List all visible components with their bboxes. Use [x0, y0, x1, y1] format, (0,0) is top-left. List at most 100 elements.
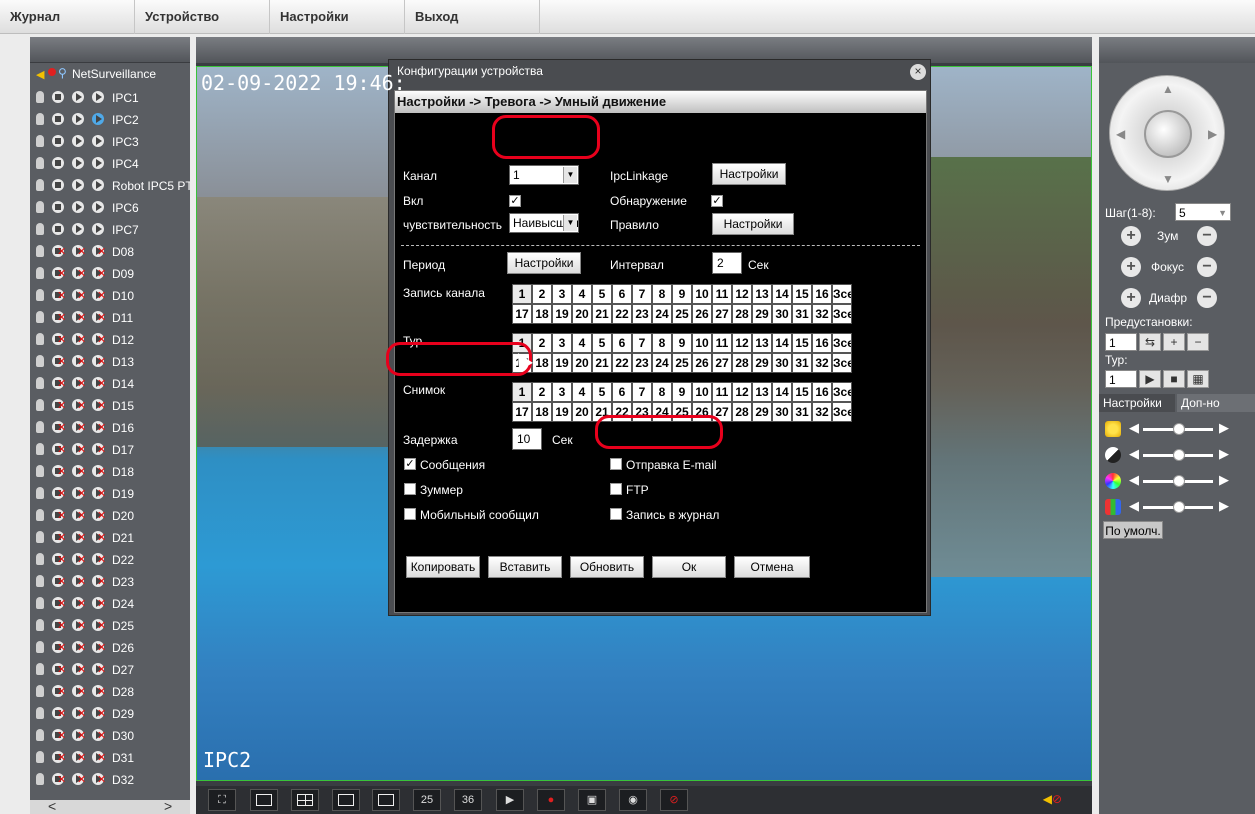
snapshot-channel-cell[interactable]: 28	[732, 402, 752, 422]
stop-icon[interactable]	[52, 531, 66, 544]
scroll-left-icon[interactable]: <	[48, 798, 56, 814]
record-icon[interactable]	[92, 773, 106, 786]
snapshot-channel-cell[interactable]: 11	[712, 382, 732, 402]
hue-right-icon[interactable]: ▶	[1219, 498, 1229, 514]
play-icon[interactable]	[72, 773, 86, 786]
play-icon[interactable]	[72, 91, 84, 103]
stop-icon[interactable]	[52, 179, 64, 191]
play-icon[interactable]	[72, 509, 86, 522]
channel-item[interactable]: D24	[30, 593, 190, 615]
record-icon[interactable]	[92, 311, 106, 324]
stop-icon[interactable]	[52, 465, 66, 478]
tab-more[interactable]: Доп-но	[1177, 394, 1255, 412]
channel-item[interactable]: IPC2	[30, 109, 190, 131]
record-channel-cell[interactable]: 3	[552, 284, 572, 304]
stop-icon[interactable]	[52, 333, 66, 346]
play-icon[interactable]	[72, 663, 86, 676]
layout-25-button[interactable]: 25	[413, 789, 441, 811]
record-channel-cell[interactable]: Зсе	[832, 284, 852, 304]
snapshot-channel-cell[interactable]: 30	[772, 402, 792, 422]
record-icon[interactable]	[92, 399, 106, 412]
play-icon[interactable]	[72, 135, 84, 147]
channel-select[interactable]: 1 ▼	[509, 165, 579, 185]
channel-item[interactable]: D16	[30, 417, 190, 439]
tour-channel-cell[interactable]: 16	[812, 333, 832, 353]
play-icon[interactable]	[72, 113, 84, 125]
tour-channel-cell[interactable]: Зсе	[832, 333, 852, 353]
record-icon[interactable]	[92, 663, 106, 676]
record-channel-cell[interactable]: 11	[712, 284, 732, 304]
tour-channel-cell[interactable]: 4	[572, 333, 592, 353]
contrast-knob[interactable]	[1173, 449, 1185, 461]
record-channel-cell[interactable]: 21	[592, 304, 612, 324]
preset-input[interactable]: 1	[1105, 333, 1137, 351]
ptz-joystick[interactable]: ▲ ▼ ◀ ▶	[1109, 75, 1225, 191]
record-channel-cell[interactable]: Зсе	[832, 304, 852, 324]
play-icon[interactable]	[72, 487, 86, 500]
contrast-left-icon[interactable]: ◀	[1129, 446, 1139, 462]
record-channel-cell[interactable]: 26	[692, 304, 712, 324]
stop-icon[interactable]	[52, 597, 66, 610]
tour-channel-cell[interactable]: 22	[612, 353, 632, 373]
brightness-right-icon[interactable]: ▶	[1219, 420, 1229, 436]
record-icon[interactable]	[92, 113, 104, 125]
play-icon[interactable]	[72, 707, 86, 720]
tour-channel-cell[interactable]: 13	[752, 333, 772, 353]
preset-goto-button[interactable]: ⇆	[1139, 333, 1161, 351]
snapshot-channel-cell[interactable]: 20	[572, 402, 592, 422]
snapshot-channel-cell[interactable]: 32	[812, 402, 832, 422]
play-icon[interactable]	[72, 179, 84, 191]
play-icon[interactable]	[72, 289, 86, 302]
delay-input[interactable]: 10	[512, 428, 542, 450]
stop-icon[interactable]	[52, 707, 66, 720]
channel-item[interactable]: IPC1	[30, 87, 190, 109]
play-icon[interactable]	[72, 377, 86, 390]
play-icon[interactable]	[72, 685, 86, 698]
play-icon[interactable]	[72, 421, 86, 434]
record-icon[interactable]	[92, 509, 106, 522]
brightness-left-icon[interactable]: ◀	[1129, 420, 1139, 436]
stop-icon[interactable]	[52, 443, 66, 456]
stop-icon[interactable]	[52, 311, 66, 324]
camera-stop-button[interactable]: ⊘	[660, 789, 688, 811]
snapshot-channel-cell[interactable]: 19	[552, 402, 572, 422]
channel-item[interactable]: D14	[30, 373, 190, 395]
snapshot-channel-cell[interactable]: Зсе	[832, 382, 852, 402]
channel-item[interactable]: IPC4	[30, 153, 190, 175]
snapshot-channel-cell[interactable]: 9	[672, 382, 692, 402]
snapshot-channel-cell[interactable]: 18	[532, 402, 552, 422]
record-channel-cell[interactable]: 20	[572, 304, 592, 324]
channel-item[interactable]: Robot IPC5 PT	[30, 175, 190, 197]
stop-icon[interactable]	[52, 509, 66, 522]
tour-channel-cell[interactable]: 28	[732, 353, 752, 373]
record-channel-cell[interactable]: 7	[632, 284, 652, 304]
record-icon[interactable]	[92, 267, 106, 280]
channel-item[interactable]: D26	[30, 637, 190, 659]
stop-icon[interactable]	[52, 223, 64, 235]
record-channel-cell[interactable]: 23	[632, 304, 652, 324]
tour-channel-cell[interactable]: 2	[532, 333, 552, 353]
record-icon[interactable]	[92, 575, 106, 588]
scroll-right-icon[interactable]: >	[164, 798, 172, 814]
preset-add-button[interactable]: +	[1163, 333, 1185, 351]
record-channel-cell[interactable]: 30	[772, 304, 792, 324]
record-channel-cell[interactable]: 24	[652, 304, 672, 324]
stop-icon[interactable]	[52, 113, 64, 125]
cancel-button[interactable]: Отмена	[734, 556, 810, 578]
record-icon[interactable]	[92, 289, 106, 302]
tour-channel-cell[interactable]: 9	[672, 333, 692, 353]
tour-channel-cell[interactable]: 24	[652, 353, 672, 373]
record-channel-cell[interactable]: 10	[692, 284, 712, 304]
tour-channel-cell[interactable]: 27	[712, 353, 732, 373]
record-channel-cell[interactable]: 22	[612, 304, 632, 324]
defaults-button[interactable]: По умолч.	[1103, 521, 1163, 539]
saturation-knob[interactable]	[1173, 475, 1185, 487]
preset-remove-button[interactable]: −	[1187, 333, 1209, 351]
saturation-right-icon[interactable]: ▶	[1219, 472, 1229, 488]
play-icon[interactable]	[72, 157, 84, 169]
record-icon[interactable]	[92, 91, 104, 103]
record-channel-cell[interactable]: 1	[512, 284, 532, 304]
stop-icon[interactable]	[52, 91, 64, 103]
play-icon[interactable]	[72, 597, 86, 610]
tour-channel-cell[interactable]: 25	[672, 353, 692, 373]
